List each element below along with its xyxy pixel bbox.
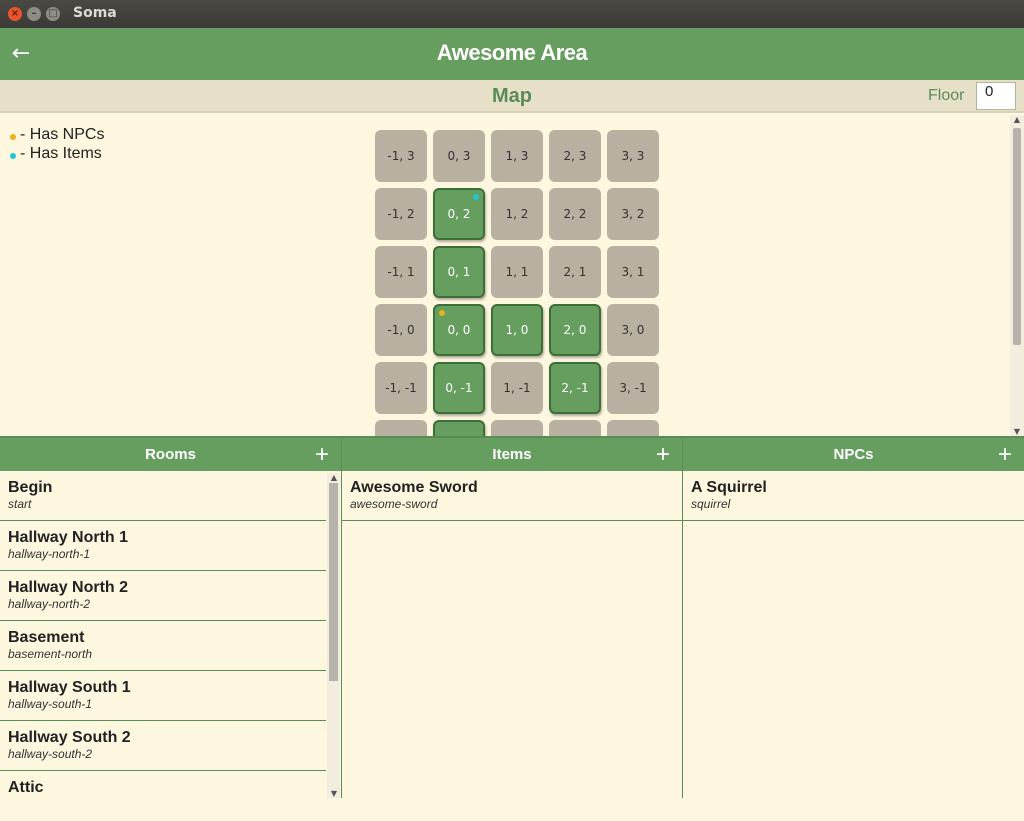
room-cell-active[interactable] <box>433 420 485 436</box>
list-item[interactable]: Hallway South 1 hallway-south-1 <box>0 671 326 721</box>
add-item-button[interactable]: + <box>656 438 670 471</box>
app-header: ← Awesome Area <box>0 28 1024 80</box>
room-cell-active[interactable]: 2, -1 <box>549 362 601 414</box>
room-cell[interactable]: 1, 2 <box>491 188 543 240</box>
minimize-window-button[interactable]: – <box>27 7 41 21</box>
map-legend: - Has NPCs - Has Items <box>10 125 104 163</box>
npc-dot-icon <box>439 310 445 316</box>
floor-label: Floor <box>928 87 965 104</box>
scroll-down-icon[interactable]: ▼ <box>329 789 339 798</box>
add-room-button[interactable]: + <box>315 438 329 471</box>
room-cell-active[interactable]: 0, 0 <box>433 304 485 356</box>
map-scrollbar-thumb[interactable] <box>1013 128 1021 345</box>
npc-dot-icon <box>10 133 16 140</box>
list-item[interactable]: Hallway South 2 hallway-south-2 <box>0 721 326 771</box>
room-cell[interactable]: 2, 2 <box>549 188 601 240</box>
room-cell-active[interactable]: 1, 0 <box>491 304 543 356</box>
list-item[interactable]: Basement basement-north <box>0 621 326 671</box>
map-area: - Has NPCs - Has Items -1, 3 0, 3 1, 3 2… <box>0 115 1024 436</box>
rooms-header: Rooms + <box>0 438 341 471</box>
panels: Rooms + Begin start Hallway North 1 hallwa… <box>0 436 1024 798</box>
scroll-up-icon[interactable]: ▲ <box>1012 115 1022 124</box>
map-scrollbar[interactable]: ▲ ▼ <box>1010 115 1024 436</box>
window-title: Soma <box>73 5 117 21</box>
room-cell[interactable]: 3, 1 <box>607 246 659 298</box>
room-cell[interactable]: 1, -1 <box>491 362 543 414</box>
room-cell[interactable]: 2, 1 <box>549 246 601 298</box>
list-item[interactable]: Attic <box>0 771 326 821</box>
list-item[interactable]: Awesome Sword awesome-sword <box>342 471 682 521</box>
room-cell[interactable]: 3, 0 <box>607 304 659 356</box>
list-item[interactable]: Begin start <box>0 471 326 521</box>
room-cell[interactable]: 3, 2 <box>607 188 659 240</box>
close-window-button[interactable]: × <box>8 7 22 21</box>
legend-npcs: - Has NPCs <box>20 125 105 143</box>
npcs-title: NPCs <box>833 446 874 463</box>
rooms-scrollbar[interactable]: ▲ ▼ <box>327 473 340 798</box>
room-cell[interactable]: -1, 2 <box>375 188 427 240</box>
item-dot-icon <box>10 152 16 159</box>
items-title: Items <box>492 446 532 463</box>
add-npc-button[interactable]: + <box>998 438 1012 471</box>
npcs-header: NPCs + <box>683 438 1024 471</box>
room-cell[interactable] <box>607 420 659 436</box>
room-cell[interactable]: -1, -1 <box>375 362 427 414</box>
list-item[interactable]: Hallway North 1 hallway-north-1 <box>0 521 326 571</box>
room-cell-active[interactable]: 0, 1 <box>433 246 485 298</box>
item-dot-icon <box>473 194 479 200</box>
room-cell-active[interactable]: 0, -1 <box>433 362 485 414</box>
room-cell[interactable] <box>549 420 601 436</box>
rooms-title: Rooms <box>145 446 196 463</box>
map-title: Map <box>492 85 532 107</box>
window-titlebar: × – □ Soma <box>0 0 1024 28</box>
room-cell[interactable]: 1, 3 <box>491 130 543 182</box>
list-item[interactable]: Hallway North 2 hallway-north-2 <box>0 571 326 621</box>
list-item[interactable]: A Squirrel squirrel <box>683 471 1024 521</box>
room-cell[interactable]: 2, 3 <box>549 130 601 182</box>
maximize-window-button[interactable]: □ <box>46 7 60 21</box>
items-header: Items + <box>342 438 682 471</box>
page-title: Awesome Area <box>436 40 588 65</box>
map-header: Map Floor 0 <box>0 80 1024 113</box>
items-panel: Items + Awesome Sword awesome-sword <box>342 438 682 798</box>
legend-items: - Has Items <box>20 144 102 162</box>
room-cell[interactable] <box>491 420 543 436</box>
scroll-down-icon[interactable]: ▼ <box>1012 427 1022 436</box>
room-cell[interactable]: 1, 1 <box>491 246 543 298</box>
room-cell-active[interactable]: 2, 0 <box>549 304 601 356</box>
scroll-up-icon[interactable]: ▲ <box>329 473 339 482</box>
rooms-panel: Rooms + Begin start Hallway North 1 hallwa… <box>0 438 341 798</box>
npcs-panel: NPCs + A Squirrel squirrel <box>683 438 1024 798</box>
room-cell[interactable]: -1, 0 <box>375 304 427 356</box>
room-cell-active[interactable]: 0, 2 <box>433 188 485 240</box>
floor-input[interactable]: 0 <box>976 82 1016 110</box>
room-cell[interactable]: -1, 3 <box>375 130 427 182</box>
room-cell[interactable] <box>375 420 427 436</box>
room-cell[interactable]: -1, 1 <box>375 246 427 298</box>
room-cell[interactable]: 0, 3 <box>433 130 485 182</box>
room-cell[interactable]: 3, -1 <box>607 362 659 414</box>
rooms-scrollbar-thumb[interactable] <box>329 483 338 681</box>
room-cell[interactable]: 3, 3 <box>607 130 659 182</box>
rooms-list: Begin start Hallway North 1 hallway-north-… <box>0 471 326 821</box>
